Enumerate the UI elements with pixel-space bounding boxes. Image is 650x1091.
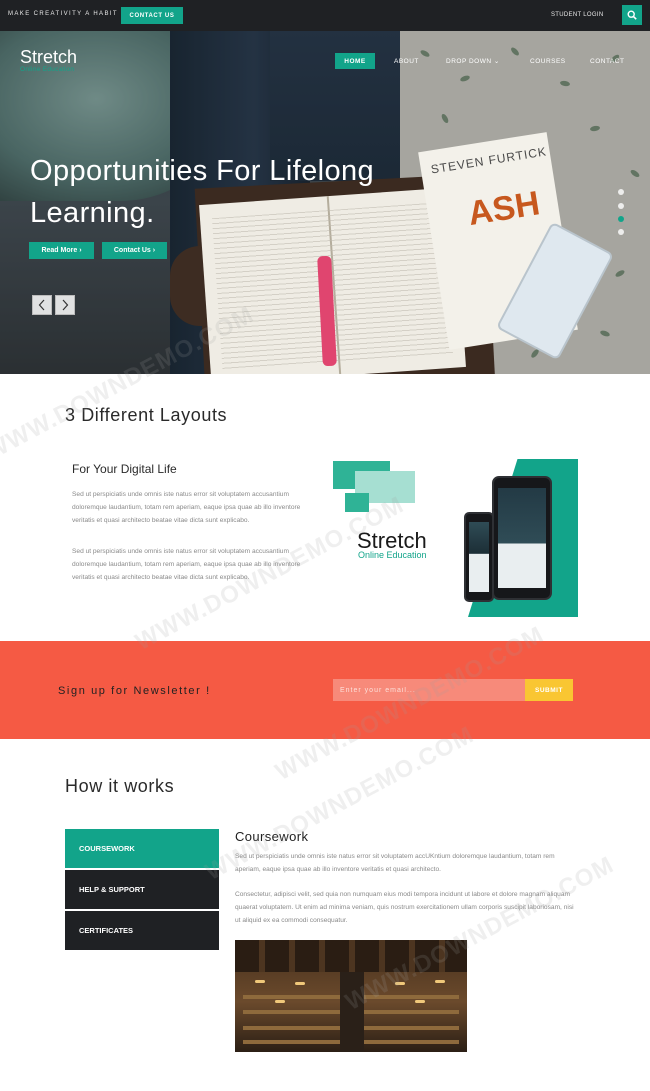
layouts-paragraph-1: Sed ut perspiciatis unde omnis iste natu… [72,491,301,524]
tablet-mockup [492,476,552,600]
hero-title: Opportunities For Lifelong Learning. [30,155,375,229]
slider-dot-1[interactable] [618,189,624,195]
tagline: MAKE CREATIVITY A HABIT [8,11,118,17]
chevron-right-icon [62,299,69,311]
read-more-button[interactable]: Read More › [29,242,94,259]
slider-dot-3[interactable] [618,216,624,222]
search-button[interactable] [622,5,642,25]
slider-prev-button[interactable] [32,295,52,315]
digital-life-heading: For Your Digital Life [72,462,177,476]
nav-home[interactable]: HOME [335,53,375,69]
student-login-link[interactable]: STUDENT LOGIN [551,12,603,18]
hero-contact-button[interactable]: Contact Us › [102,242,167,259]
slider-next-button[interactable] [55,295,75,315]
how-it-works-heading: How it works [65,776,175,796]
newsletter-submit-button[interactable]: SUBMIT [525,679,573,701]
coursework-paragraph-1: Sed ut perspiciatis unde omnis iste natu… [235,853,555,873]
slider-dot-2[interactable] [618,203,624,209]
phone-mockup [464,512,494,602]
watermark: WWW.DOWNDEMO.COM [340,851,619,1016]
newsletter-section: Sign up for Newsletter ! SUBMIT [0,641,650,739]
top-bar: MAKE CREATIVITY A HABIT CONTACT US STUDE… [0,0,650,31]
site-logo[interactable]: Stretch [20,47,77,68]
layouts-promo-image: Stretch Online Education [333,457,583,617]
nav-courses[interactable]: COURSES [530,53,566,69]
slider-dot-4[interactable] [618,229,624,235]
nav-about[interactable]: ABOUT [394,53,419,69]
promo-logo-subtitle: Online Education [358,550,427,560]
contact-us-button[interactable]: CONTACT US [121,7,183,24]
tab-certificates[interactable]: CERTIFICATES [65,911,219,950]
chevron-left-icon [38,299,45,311]
nav-drop-down[interactable]: DROP DOWN ⌄ [446,53,500,69]
tab-help-support[interactable]: HELP & SUPPORT [65,870,219,909]
site-logo-subtitle: Online Education [20,66,75,73]
nav-contact[interactable]: CONTACT [590,53,624,69]
newsletter-title: Sign up for Newsletter ! [58,685,211,697]
tab-coursework[interactable]: COURSEWORK [65,829,219,868]
search-icon [627,10,637,20]
